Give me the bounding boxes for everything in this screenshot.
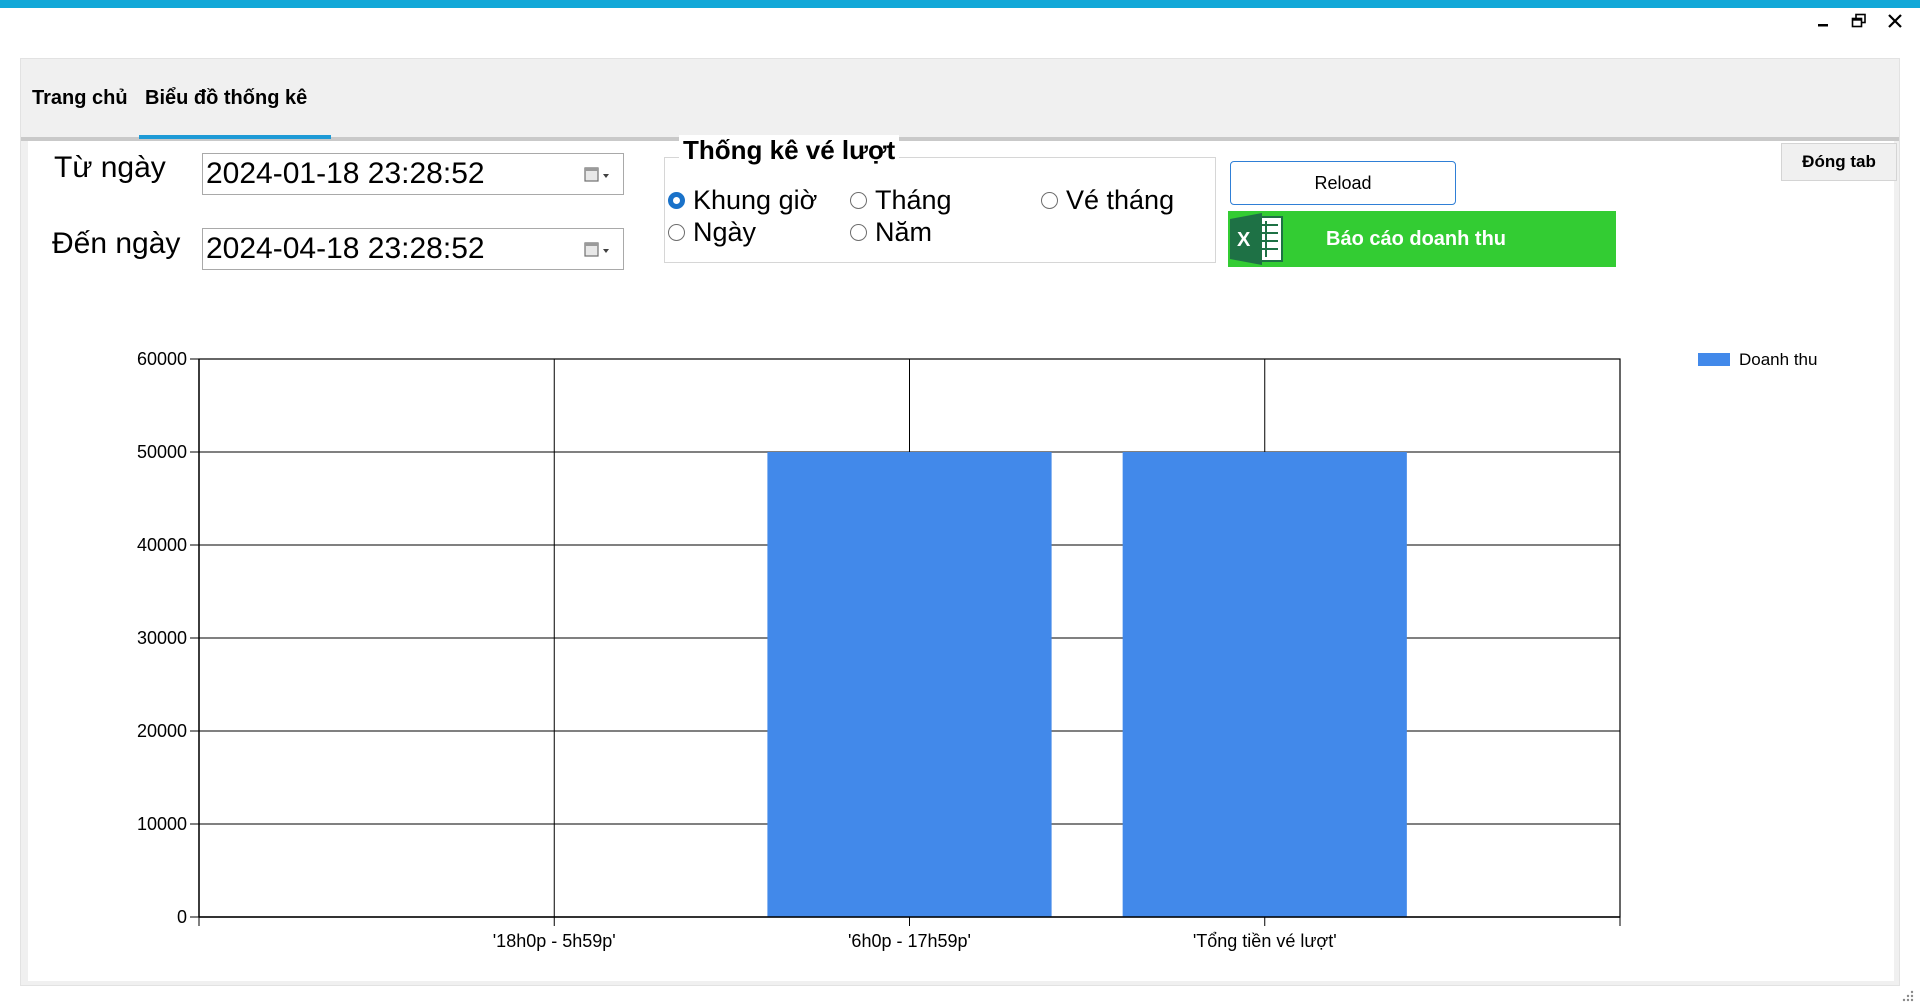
- y-tick-label: 40000: [137, 535, 187, 555]
- radio-khung-gio[interactable]: Khung giờ: [668, 185, 817, 216]
- excel-icon: X: [1230, 213, 1283, 265]
- tab-content: Từ ngày 2024-01-18 23:28:52 Đến ngày 202…: [28, 135, 1897, 981]
- from-date-picker[interactable]: 2024-01-18 23:28:52: [202, 153, 624, 195]
- y-tick-label: 30000: [137, 628, 187, 648]
- radio-label: Khung giờ: [693, 185, 818, 215]
- close-button[interactable]: [1884, 10, 1906, 32]
- y-tick-label: 60000: [137, 349, 187, 369]
- tab-strip: Trang chủ Biểu đồ thống kê: [21, 59, 1899, 141]
- radio-unchecked-icon: [668, 224, 685, 241]
- calendar-dropdown-icon[interactable]: [583, 241, 613, 259]
- y-tick-label: 10000: [137, 814, 187, 834]
- from-date-label: Từ ngày: [54, 151, 166, 184]
- radio-unchecked-icon: [850, 224, 867, 241]
- minimize-icon: [1818, 24, 1828, 27]
- to-date-value: 2024-04-18 23:28:52: [206, 232, 485, 265]
- radio-thang[interactable]: Tháng: [850, 185, 952, 216]
- x-tick-label: '6h0p - 17h59p': [848, 931, 971, 951]
- tab-control: Trang chủ Biểu đồ thống kê Từ ngày 2024-…: [20, 58, 1900, 986]
- report-button-label: Báo cáo doanh thu: [1326, 228, 1506, 250]
- close-icon: [1888, 14, 1902, 28]
- to-date-label: Đến ngày: [52, 227, 181, 260]
- legend-label: Doanh thu: [1739, 350, 1817, 369]
- y-tick-label: 20000: [137, 721, 187, 741]
- revenue-report-button[interactable]: X Báo cáo doanh thu: [1228, 211, 1616, 267]
- restore-icon: [1851, 13, 1866, 28]
- radio-ngay[interactable]: Ngày: [668, 217, 756, 248]
- radio-label: Vé tháng: [1066, 185, 1175, 215]
- window-controls: [1812, 10, 1906, 32]
- x-tick-label: '18h0p - 5h59p': [493, 931, 616, 951]
- bar: [767, 452, 1052, 917]
- y-tick-label: 0: [177, 907, 187, 927]
- stats-group-title: Thống kê vé lượt: [679, 135, 900, 166]
- radio-unchecked-icon: [1041, 192, 1058, 209]
- plot-area: [198, 358, 1621, 918]
- bar: [1122, 452, 1407, 917]
- close-tab-button[interactable]: Đóng tab: [1781, 143, 1897, 181]
- tab-home[interactable]: Trang chủ: [32, 87, 128, 110]
- to-date-picker[interactable]: 2024-04-18 23:28:52: [202, 228, 624, 270]
- radio-nam[interactable]: Năm: [850, 217, 932, 248]
- y-tick-label: 50000: [137, 442, 187, 462]
- active-tab-indicator: [139, 135, 331, 139]
- svg-text:X: X: [1237, 229, 1251, 251]
- radio-label: Năm: [875, 217, 933, 247]
- radio-label: Tháng: [875, 185, 952, 215]
- window-accent-bar: [0, 0, 1920, 8]
- restore-button[interactable]: [1848, 10, 1870, 32]
- minimize-button[interactable]: [1812, 10, 1834, 32]
- radio-ve-thang[interactable]: Vé tháng: [1041, 185, 1174, 216]
- tab-statistics-chart[interactable]: Biểu đồ thống kê: [145, 87, 307, 110]
- radio-label: Ngày: [693, 217, 757, 247]
- resize-grip-icon[interactable]: [1900, 988, 1914, 1002]
- calendar-dropdown-icon[interactable]: [583, 166, 613, 184]
- x-tick-label: 'Tổng tiền vé lượt': [1193, 931, 1337, 951]
- radio-checked-icon: [668, 192, 685, 209]
- reload-button[interactable]: Reload: [1230, 161, 1456, 205]
- legend-swatch: [1698, 353, 1730, 366]
- from-date-value: 2024-01-18 23:28:52: [206, 157, 485, 190]
- radio-unchecked-icon: [850, 192, 867, 209]
